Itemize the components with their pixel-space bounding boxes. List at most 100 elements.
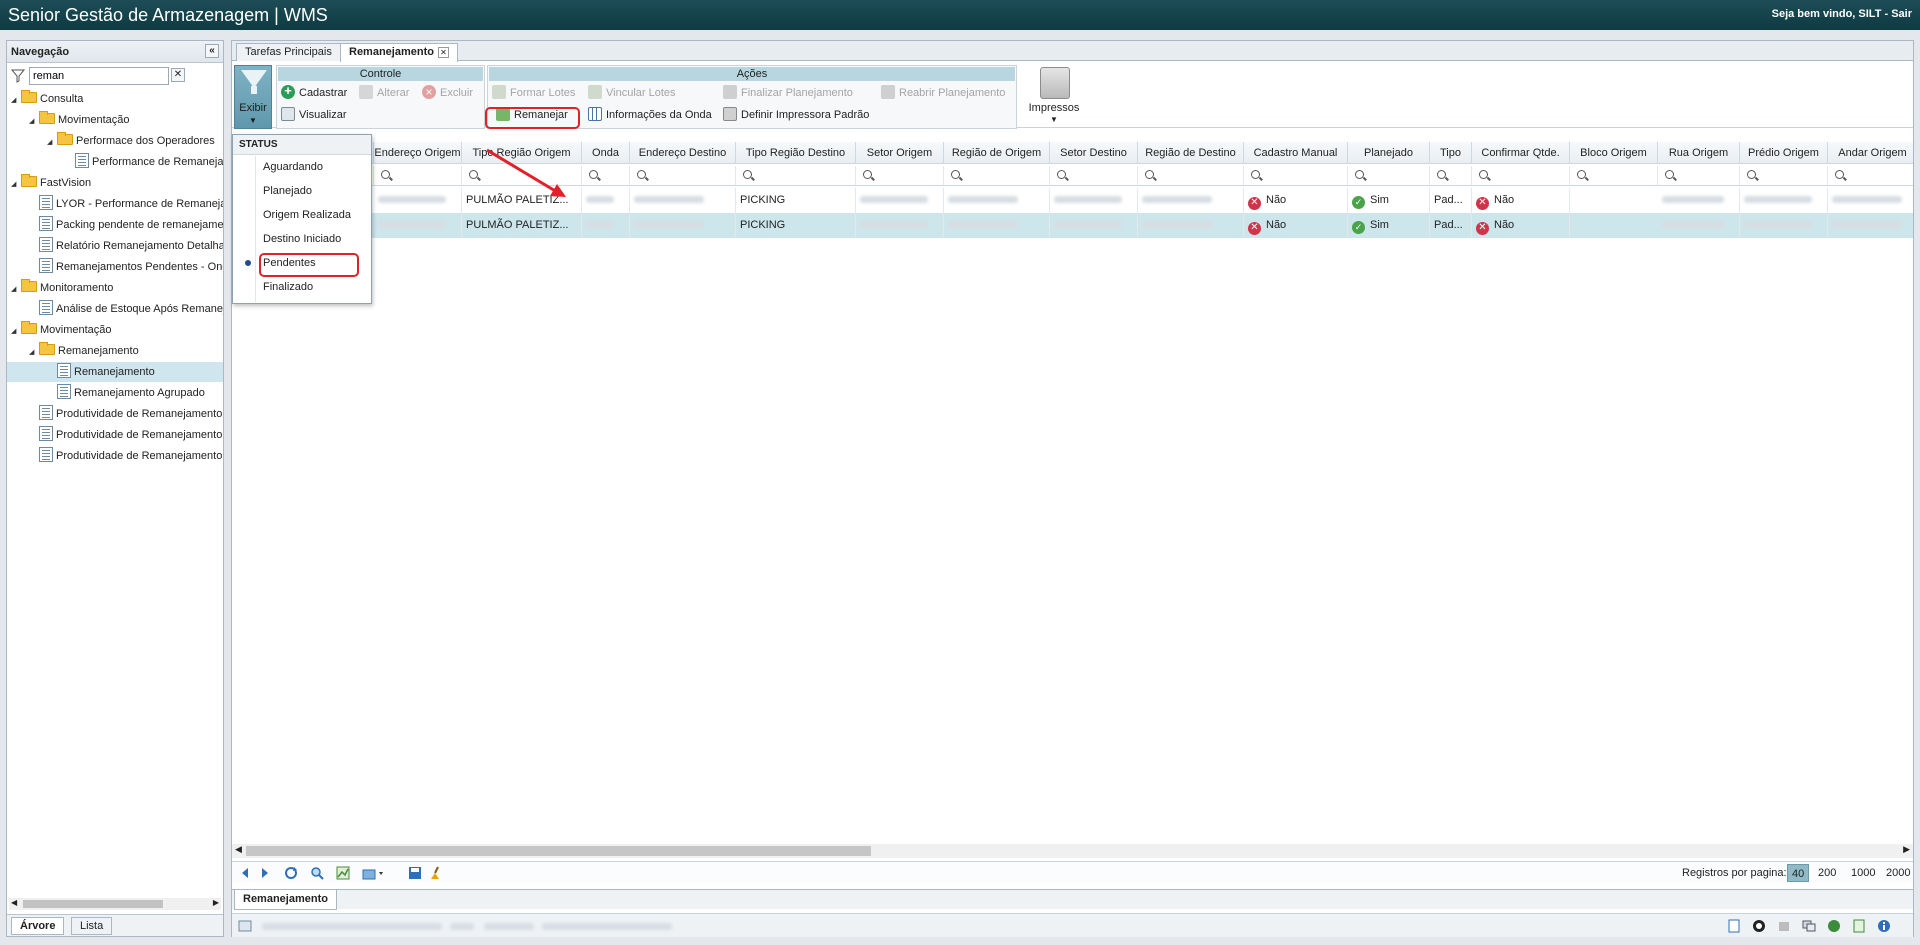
visualizar-button[interactable]: Visualizar <box>281 106 347 124</box>
page-size-40[interactable]: 40 <box>1787 864 1810 882</box>
save-icon[interactable] <box>408 866 422 880</box>
tree-item[interactable]: ◢ FastVision <box>11 173 91 193</box>
tree-item[interactable]: Análise de Estoque Após Remanejamento <box>29 299 223 319</box>
column-header[interactable]: Prédio Origem <box>1740 142 1828 164</box>
reabrir-planejamento-button[interactable]: Reabrir Planejamento <box>881 84 1005 102</box>
column-header[interactable]: Tipo <box>1430 142 1472 164</box>
info-icon[interactable] <box>1877 919 1891 933</box>
excluir-button[interactable]: Excluir <box>422 83 473 102</box>
column-header[interactable]: Planejado <box>1348 142 1430 164</box>
tree-item[interactable]: Remanejamento <box>7 362 223 382</box>
impressos-button[interactable]: Impressos ▼ <box>1021 65 1087 129</box>
column-header[interactable]: Rua Origem <box>1658 142 1740 164</box>
column-header[interactable]: Setor Destino <box>1050 142 1138 164</box>
tab-remanejamento[interactable]: Remanejamento ✕ <box>340 43 458 62</box>
column-filter[interactable] <box>630 166 736 186</box>
vincular-lotes-button[interactable]: Vincular Lotes <box>588 84 676 102</box>
scroll-left-icon[interactable]: ◀ <box>11 898 17 907</box>
informacoes-onda-button[interactable]: Informações da Onda <box>588 106 712 124</box>
tree-item[interactable]: Relatório Remanejamento Detalhado <box>29 236 223 256</box>
column-header[interactable]: Região de Destino <box>1138 142 1244 164</box>
column-filter[interactable] <box>582 166 630 186</box>
page-size-1000[interactable]: 1000 <box>1847 864 1879 882</box>
tree-item[interactable]: ◢ Remanejamento <box>29 341 139 361</box>
puzzle-icon[interactable] <box>1777 919 1791 933</box>
status-item-origem-realizada[interactable]: Origem Realizada <box>233 204 371 226</box>
column-filter[interactable] <box>1050 166 1138 186</box>
tree-item[interactable]: Produtividade de Remanejamento <box>29 404 222 424</box>
table-row[interactable]: PULMÃO PALETIZ... PICKING ✕ Não ✓ Sim Pad... ✕ N… <box>232 188 1913 213</box>
column-filter[interactable] <box>1348 166 1430 186</box>
column-header[interactable]: Setor Origem <box>856 142 944 164</box>
collapse-panel-icon[interactable]: « <box>205 44 219 58</box>
spreadsheet-icon[interactable] <box>1852 919 1866 933</box>
tree-item[interactable]: Produtividade de Remanejamento <box>29 446 222 466</box>
chart-icon[interactable] <box>336 866 350 880</box>
tree-item[interactable]: Packing pendente de remanejamento <box>29 215 223 235</box>
document-icon[interactable] <box>1727 919 1741 933</box>
exibir-button[interactable]: Exibir ▼ <box>234 65 272 129</box>
tree-item[interactable]: Performance de Remanejamento <box>65 152 223 172</box>
tree-item[interactable]: Produtividade de Remanejamento <box>29 425 222 445</box>
tree-item[interactable]: ◢ Movimentação <box>29 110 130 130</box>
scroll-right-icon[interactable]: ▶ <box>213 898 219 907</box>
close-tab-icon[interactable]: ✕ <box>437 47 449 58</box>
column-header[interactable]: Bloco Origem <box>1570 142 1658 164</box>
scroll-left-icon[interactable]: ◀ <box>235 844 242 855</box>
scrollbar-thumb[interactable] <box>246 846 871 856</box>
tree-item[interactable]: Remanejamento Agrupado <box>47 383 205 403</box>
column-filter[interactable] <box>944 166 1050 186</box>
definir-impressora-button[interactable]: Definir Impressora Padrão <box>723 106 869 124</box>
page-size-200[interactable]: 200 <box>1814 864 1840 882</box>
column-header[interactable]: Endereço Origem <box>374 142 462 164</box>
status-item-aguardando[interactable]: Aguardando <box>233 156 371 178</box>
table-row[interactable]: PULMÃO PALETIZ... PICKING ✕ Não ✓ Sim Pad... ✕ N… <box>232 213 1913 238</box>
tree-item[interactable]: ◢ Performace dos Operadores <box>47 131 215 151</box>
status-item-destino-iniciado[interactable]: Destino Iniciado <box>233 228 371 250</box>
finalizar-planejamento-button[interactable]: Finalizar Planejamento <box>723 84 853 102</box>
column-filter[interactable] <box>1828 166 1913 186</box>
tree-item[interactable]: ◢ Consulta <box>11 89 83 109</box>
column-header[interactable]: Endereço Destino <box>630 142 736 164</box>
tree-item[interactable]: ◢ Monitoramento <box>11 278 113 298</box>
scrollbar-thumb[interactable] <box>23 900 163 908</box>
tab-tree[interactable]: Árvore <box>11 917 65 935</box>
expand-triangle-icon[interactable]: ◢ <box>11 280 21 300</box>
navigation-search-input[interactable] <box>29 67 169 85</box>
alterar-button[interactable]: Alterar <box>359 84 409 102</box>
expand-triangle-icon[interactable]: ◢ <box>47 133 57 153</box>
tab-tarefas-principais[interactable]: Tarefas Principais <box>236 43 341 61</box>
cadastrar-button[interactable]: Cadastrar <box>281 82 347 102</box>
expand-triangle-icon[interactable]: ◢ <box>11 91 21 111</box>
zoom-icon[interactable] <box>310 866 324 880</box>
column-header[interactable]: Confirmar Qtde. <box>1472 142 1570 164</box>
column-header[interactable]: Cadastro Manual <box>1244 142 1348 164</box>
next-page-icon[interactable] <box>258 866 272 880</box>
clear-search-icon[interactable]: ✕ <box>171 68 185 82</box>
previous-page-icon[interactable] <box>238 866 252 880</box>
tree-item[interactable]: Remanejamentos Pendentes - Onda <box>29 257 223 277</box>
record-icon[interactable] <box>1752 919 1766 933</box>
column-header[interactable]: Tipo Região Origem <box>462 142 582 164</box>
navigation-scrollbar[interactable]: ◀ ▶ <box>9 898 221 910</box>
windows-icon[interactable] <box>1802 919 1816 933</box>
status-item-planejado[interactable]: Planejado <box>233 180 371 202</box>
formar-lotes-button[interactable]: Formar Lotes <box>492 84 575 102</box>
tree-item[interactable]: LYOR - Performance de Remanejamento <box>29 194 223 214</box>
column-filter[interactable] <box>1138 166 1244 186</box>
bottom-tab-remanejamento[interactable]: Remanejamento <box>234 890 337 910</box>
column-filter[interactable] <box>856 166 944 186</box>
column-filter[interactable] <box>1658 166 1740 186</box>
column-filter[interactable] <box>1472 166 1570 186</box>
column-filter[interactable] <box>1570 166 1658 186</box>
tree-item[interactable]: ◢ Movimentação <box>11 320 112 340</box>
column-filter[interactable] <box>1244 166 1348 186</box>
scroll-right-icon[interactable]: ▶ <box>1903 844 1910 855</box>
column-filter[interactable] <box>462 166 582 186</box>
clear-filter-icon[interactable] <box>428 866 442 880</box>
grid-scrollbar[interactable]: ◀ ▶ <box>232 844 1913 858</box>
expand-triangle-icon[interactable]: ◢ <box>29 112 39 132</box>
refresh-icon[interactable] <box>284 866 298 880</box>
status-item-finalizado[interactable]: Finalizado <box>233 276 371 298</box>
column-header[interactable]: Onda <box>582 142 630 164</box>
